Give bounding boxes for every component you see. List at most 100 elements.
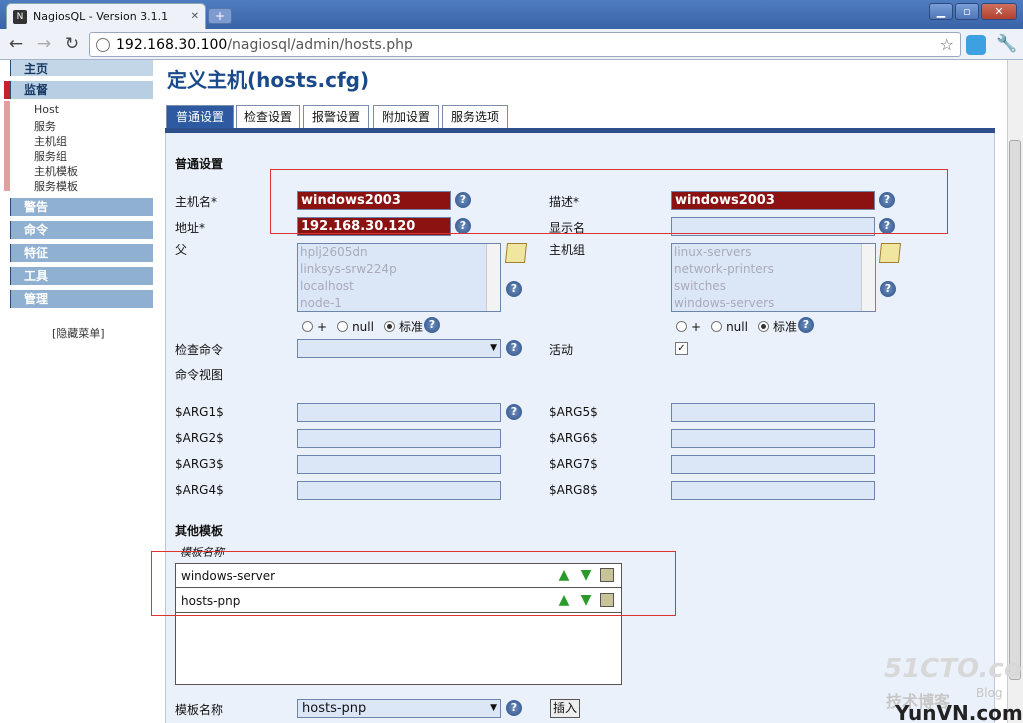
menu-monitoring[interactable]: 监督 xyxy=(4,81,153,99)
close-tab-icon[interactable]: ✕ xyxy=(191,11,199,22)
submenu-hostgroups[interactable]: 主机组 xyxy=(34,133,67,149)
submenu-servicegroups[interactable]: 服务组 xyxy=(34,148,67,164)
edit-hostgroups-icon[interactable] xyxy=(878,243,902,263)
arg6-input[interactable] xyxy=(671,429,875,448)
menu-tools[interactable]: 工具 xyxy=(4,267,153,285)
highlight-box-templates xyxy=(151,551,676,616)
section-templates-title: 其他模板 xyxy=(175,524,224,538)
page-scrollbar-thumb[interactable] xyxy=(1009,140,1021,680)
radio-standard-label: 标准 xyxy=(772,320,797,334)
template-name-label: 模板名称 xyxy=(175,703,224,717)
parents-option[interactable]: linksys-srw224p xyxy=(298,261,500,278)
arg2-input[interactable] xyxy=(297,429,501,448)
hostgroups-listbox[interactable]: linux-servers network-printers switches … xyxy=(671,243,876,312)
menu-home[interactable]: 主页 xyxy=(4,60,153,76)
active-checkbox[interactable]: ✓ xyxy=(675,342,688,355)
watermark-line4: YunVN.com xyxy=(895,701,1023,723)
arg2-label: $ARG2$ xyxy=(175,431,224,445)
hostname-label: 主机名* xyxy=(175,195,218,209)
arg1-input[interactable] xyxy=(297,403,501,422)
close-window-button[interactable]: ✕ xyxy=(981,3,1017,20)
parents-option[interactable]: hplj2605dn xyxy=(298,244,500,261)
parents-help-icon[interactable]: ? xyxy=(506,281,522,297)
template-select[interactable]: hosts-pnp ▼ xyxy=(297,699,501,718)
hostgroups-help-icon[interactable]: ? xyxy=(880,281,896,297)
parents-radio-help-icon[interactable]: ? xyxy=(424,317,440,333)
tab-alert[interactable]: 报警设置 xyxy=(303,105,369,129)
hostgroups-radio-standard[interactable] xyxy=(757,321,769,332)
tab-additional[interactable]: 附加设置 xyxy=(373,105,439,129)
arg8-input[interactable] xyxy=(671,481,875,500)
arg5-input[interactable] xyxy=(671,403,875,422)
menu-alerts[interactable]: 警告 xyxy=(4,198,153,216)
menu-commands[interactable]: 命令 xyxy=(4,221,153,239)
address-bar[interactable]: 192.168.30.100/nagiosql/admin/hosts.php … xyxy=(89,32,961,57)
active-label: 活动 xyxy=(549,343,574,357)
menu-admin[interactable]: 管理 xyxy=(4,290,153,308)
parents-option[interactable]: node-1 xyxy=(298,295,500,312)
arg6-label: $ARG6$ xyxy=(549,431,598,445)
hostgroups-option[interactable]: linux-servers xyxy=(672,244,875,261)
hide-menu-link[interactable]: [隐藏菜单] xyxy=(52,325,105,341)
hostgroups-option[interactable]: switches xyxy=(672,278,875,295)
submenu-service-templates[interactable]: 服务模板 xyxy=(34,178,78,194)
hostgroups-radio-plus[interactable] xyxy=(676,321,687,332)
hostgroups-option[interactable]: windows-servers xyxy=(672,295,875,312)
edit-parents-icon[interactable] xyxy=(504,243,528,263)
arg7-input[interactable] xyxy=(671,455,875,474)
arg4-input[interactable] xyxy=(297,481,501,500)
wrench-icon[interactable]: 🔧 xyxy=(996,34,1017,54)
arg7-label: $ARG7$ xyxy=(549,457,598,471)
globe-icon xyxy=(96,37,110,52)
hostgroups-radio-null[interactable] xyxy=(711,321,723,332)
submenu-host-templates[interactable]: 主机模板 xyxy=(34,163,78,179)
radio-null-label: null xyxy=(726,319,748,334)
radio-standard-label: 标准 xyxy=(398,320,423,334)
submenu-host[interactable]: Host xyxy=(34,103,59,116)
parents-radio-standard[interactable] xyxy=(383,321,395,332)
new-tab-button[interactable]: + xyxy=(208,8,232,24)
menu-features[interactable]: 特征 xyxy=(4,244,153,262)
args-help-icon[interactable]: ? xyxy=(506,404,522,420)
watermark-line3: Blog xyxy=(976,686,1003,700)
parents-scrollbar[interactable] xyxy=(486,244,500,311)
watermark-line1: 51CTO.com xyxy=(884,654,1023,684)
arg1-label: $ARG1$ xyxy=(175,405,224,419)
forward-icon[interactable]: → xyxy=(32,33,56,55)
submenu-services[interactable]: 服务 xyxy=(34,118,56,134)
arg3-label: $ARG3$ xyxy=(175,457,224,471)
browser-tab[interactable]: N NagiosQL - Version 3.1.1 ✕ xyxy=(6,3,206,29)
parents-option[interactable]: localhost xyxy=(298,278,500,295)
reload-icon[interactable]: ↻ xyxy=(60,33,84,55)
arg3-input[interactable] xyxy=(297,455,501,474)
sidebar xyxy=(0,60,158,723)
insert-button[interactable]: 插入 xyxy=(550,699,580,718)
parents-radio-plus[interactable] xyxy=(302,321,313,332)
hostgroups-radio-group: + null 标准 xyxy=(676,318,797,335)
check-command-select[interactable]: ▼ xyxy=(297,339,501,358)
check-command-help-icon[interactable]: ? xyxy=(506,340,522,356)
extension-icon[interactable] xyxy=(966,35,986,55)
check-command-label: 检查命令 xyxy=(175,343,224,357)
hostgroups-radio-help-icon[interactable]: ? xyxy=(798,317,814,333)
command-view-label: 命令视图 xyxy=(175,368,224,382)
tab-check[interactable]: 检查设置 xyxy=(236,105,300,129)
hostgroups-option[interactable]: network-printers xyxy=(672,261,875,278)
arg4-label: $ARG4$ xyxy=(175,483,224,497)
hostgroups-label: 主机组 xyxy=(549,243,586,257)
nagios-favicon-icon: N xyxy=(13,9,27,24)
maximize-window-button[interactable]: ▫ xyxy=(955,3,979,20)
tab-general[interactable]: 普通设置 xyxy=(166,105,234,129)
template-help-icon[interactable]: ? xyxy=(506,700,522,716)
parents-listbox[interactable]: hplj2605dn linksys-srw224p localhost nod… xyxy=(297,243,501,312)
back-icon[interactable]: ← xyxy=(4,33,28,55)
arg5-label: $ARG5$ xyxy=(549,405,598,419)
hostgroups-scrollbar[interactable] xyxy=(861,244,875,311)
radio-plus-label: + xyxy=(317,319,328,334)
parents-radio-null[interactable] xyxy=(337,321,349,332)
dropdown-arrow-icon: ▼ xyxy=(490,343,497,353)
minimize-window-button[interactable]: ▁ xyxy=(929,3,953,20)
submenu-bar xyxy=(4,101,10,191)
tab-service-options[interactable]: 服务选项 xyxy=(442,105,508,129)
bookmark-star-icon[interactable]: ☆ xyxy=(940,35,954,54)
